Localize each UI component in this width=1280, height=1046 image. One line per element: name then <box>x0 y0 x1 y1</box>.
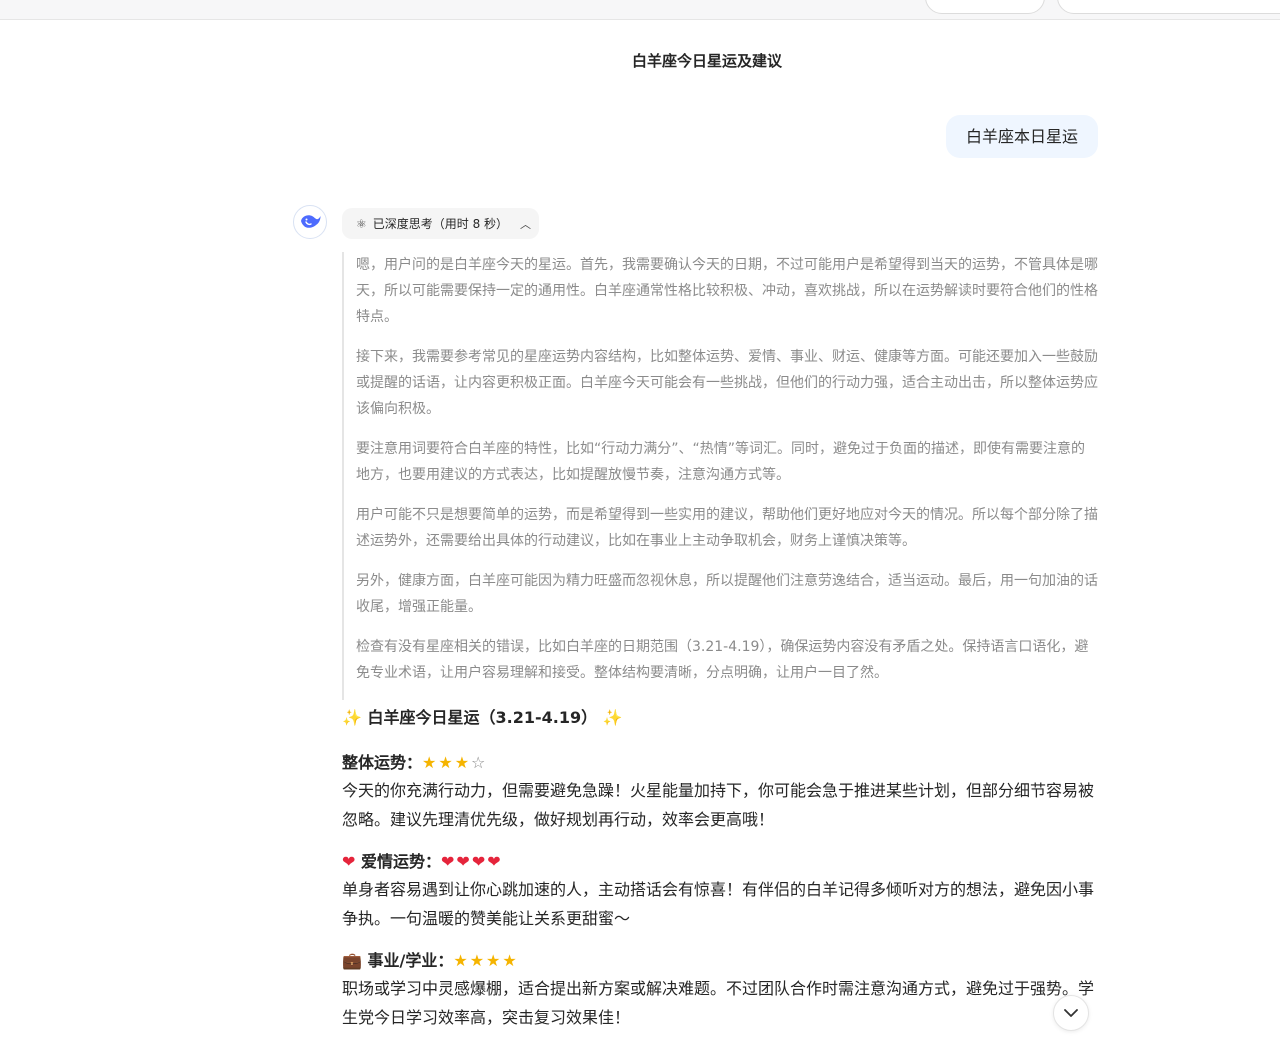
briefcase-icon: 💼 <box>342 951 368 970</box>
chevron-up-icon: ︿ <box>520 217 532 231</box>
chevron-down-icon <box>1064 1008 1078 1017</box>
user-message-bubble: 白羊座本日星运 <box>945 115 1098 158</box>
sparkles-icon: ✨ <box>602 708 623 727</box>
rating-star-filled-icon: ★ <box>454 753 472 772</box>
rating: ★★★★ <box>453 951 518 970</box>
section-title: 整体运势：★★★☆ <box>342 749 1100 777</box>
heart-icon: ❤ <box>342 852 361 871</box>
thinking-paragraph: 另外，健康方面，白羊座可能因为精力旺盛而忽视休息，所以提醒他们注意劳逸结合，适当… <box>356 573 1098 615</box>
section-title-text: 整体运势： <box>342 753 423 772</box>
page-title: 白羊座今日星运及建议 <box>631 52 782 70</box>
thinking-paragraph: 接下来，我需要参考常见的星座运势内容结构，比如整体运势、爱情、事业、财运、健康等… <box>356 349 1098 417</box>
rating: ★★★☆ <box>422 753 487 772</box>
rating-star-filled-icon: ★ <box>502 951 519 970</box>
rating-star-filled-icon: ★ <box>438 753 455 772</box>
rating: ❤❤❤❤ <box>441 852 503 871</box>
scroll-to-bottom-button[interactable] <box>1053 995 1089 1031</box>
rating-heart-icon: ❤ <box>456 852 472 871</box>
section-title-text: 事业/学业： <box>367 951 454 970</box>
section-title-text: 爱情运势： <box>360 852 441 871</box>
rating-heart-icon: ❤ <box>471 852 488 871</box>
browser-top-strip <box>0 0 1280 20</box>
section-body: 职场或学习中灵感爆棚，适合提出新方案或解决难题。不过团队合作时需注意沟通方式，避… <box>342 979 1095 1027</box>
rating-star-filled-icon: ★ <box>469 951 487 970</box>
rating-star-filled-icon: ★ <box>486 951 503 970</box>
assistant-avatar <box>293 205 327 239</box>
section-title: ❤ 爱情运势：❤❤❤❤ <box>342 848 1100 876</box>
section-title: 💼 事业/学业：★★★★ <box>342 947 1100 975</box>
assistant-answer: ✨ 白羊座今日星运（3.21-4.19） ✨ 整体运势：★★★☆ 今天的你充满行动… <box>342 705 1100 1046</box>
rating-star-filled-icon: ★ <box>453 951 470 970</box>
answer-heading-text: 白羊座今日星运（3.21-4.19） <box>367 708 598 727</box>
top-toolbar-pill[interactable] <box>925 0 1045 14</box>
thinking-paragraph: 用户可能不只是想要简单的运势，而是希望得到一些实用的建议，帮助他们更好地应对今天… <box>356 507 1098 549</box>
top-toolbar-pill-secondary[interactable] <box>1057 0 1280 14</box>
whale-logo-icon <box>301 215 321 228</box>
rating-star-filled-icon: ★ <box>422 753 439 772</box>
thinking-toggle-button[interactable]: ⚛ 已深度思考（用时 8 秒） ︿ <box>342 208 539 239</box>
thinking-label: 已深度思考（用时 8 秒） <box>372 217 509 231</box>
answer-sections: 整体运势：★★★☆ 今天的你充满行动力，但需要避免急躁！火星能量加持下，你可能会急… <box>342 749 1100 1032</box>
answer-heading: ✨ 白羊座今日星运（3.21-4.19） ✨ <box>342 705 1100 731</box>
thinking-paragraph: 要注意用词要符合白羊座的特性，比如“行动力满分”、“热情”等词汇。同时，避免过于… <box>356 441 1086 483</box>
section-body: 今天的你充满行动力，但需要避免急躁！火星能量加持下，你可能会急于推进某些计划，但… <box>342 781 1095 829</box>
thinking-paragraph: 嗯，用户问的是白羊座今天的星运。首先，我需要确认今天的日期，不过可能用户是希望得… <box>356 257 1098 325</box>
deep-think-atom-icon: ⚛ <box>356 216 367 231</box>
thinking-paragraph: 检查有没有星座相关的错误，比如白羊座的日期范围（3.21-4.19），确保运势内… <box>356 639 1089 681</box>
sparkles-icon: ✨ <box>342 708 362 727</box>
thinking-content: 嗯，用户问的是白羊座今天的星运。首先，我需要确认今天的日期，不过可能用户是希望得… <box>342 252 1098 700</box>
rating-heart-icon: ❤ <box>487 852 503 871</box>
section-body: 单身者容易遇到让你心跳加速的人，主动搭话会有惊喜！有伴侣的白羊记得多倾听对方的想… <box>342 880 1095 928</box>
rating-heart-icon: ❤ <box>441 852 457 871</box>
rating-star-empty-icon: ☆ <box>471 753 488 772</box>
